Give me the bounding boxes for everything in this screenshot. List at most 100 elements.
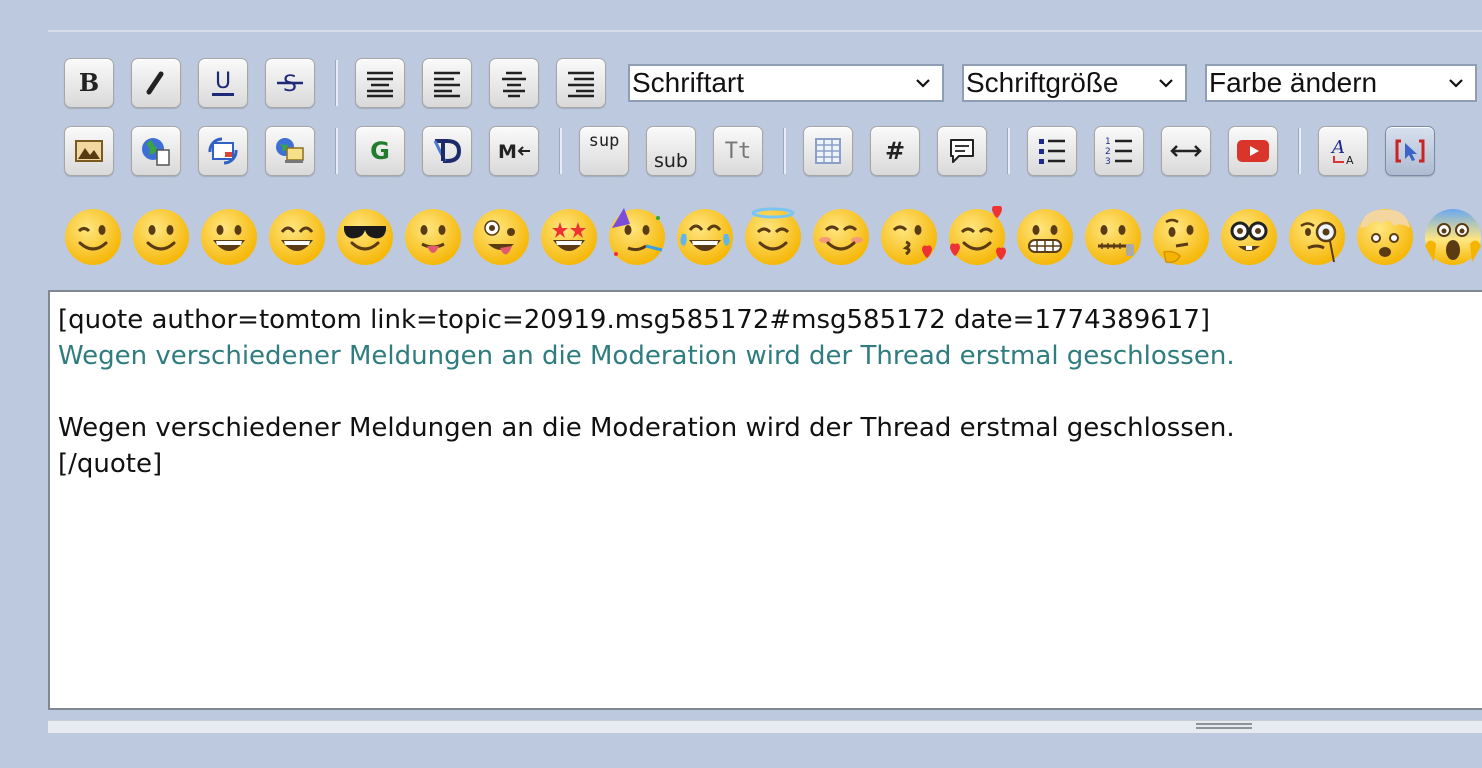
kissing-heart-face-icon (881, 209, 937, 265)
underline-icon: U (211, 70, 235, 96)
grimacing-face-emoji[interactable] (1014, 206, 1076, 268)
grinning-face-emoji[interactable] (198, 206, 260, 268)
svg-text:A: A (1330, 137, 1345, 158)
horizontal-rule-icon (1170, 145, 1202, 157)
monocle-face-emoji[interactable] (1286, 206, 1348, 268)
tongue-out-face-icon (405, 209, 461, 265)
kissing-heart-face-emoji[interactable] (878, 206, 940, 268)
horizontal-rule-button[interactable] (1161, 126, 1211, 176)
font-color-value: Farbe ändern (1209, 67, 1378, 98)
remove-format-button[interactable]: AA (1318, 126, 1368, 176)
halo-face-emoji[interactable] (742, 206, 804, 268)
font-size-select[interactable]: Schriftgröße (962, 64, 1187, 102)
insert-link-button[interactable] (131, 126, 181, 176)
partying-face-icon (609, 208, 665, 265)
superscript-button[interactable]: sup (579, 126, 629, 176)
winking-face-icon (65, 209, 121, 265)
chevron-down-icon (1159, 79, 1173, 88)
exploding-head-face-emoji[interactable] (1354, 206, 1416, 268)
font-size-value: Schriftgröße (966, 67, 1119, 98)
move-button[interactable]: M (489, 126, 539, 176)
font-color-select[interactable]: Farbe ändern (1205, 64, 1477, 102)
beaming-face-emoji[interactable] (266, 206, 328, 268)
resize-bar[interactable] (48, 720, 1482, 733)
chevron-down-icon (1449, 79, 1463, 88)
slightly-smiling-face-emoji[interactable] (130, 206, 192, 268)
exploding-head-face-icon (1357, 209, 1413, 265)
slightly-smiling-face-icon (133, 209, 189, 265)
top-divider (48, 30, 1482, 32)
font-face-value: Schriftart (632, 67, 745, 98)
toggle-view-button[interactable] (1385, 126, 1435, 176)
google-icon: G (370, 137, 390, 165)
sunglasses-face-emoji[interactable] (334, 206, 396, 268)
ftp-icon (276, 138, 304, 163)
strikethrough-button[interactable]: S (265, 58, 315, 108)
zipper-mouth-face-icon (1085, 209, 1141, 265)
strikethrough-icon: S (277, 72, 303, 97)
font-face-select[interactable]: Schriftart (628, 64, 944, 102)
bullet-list-icon (1039, 139, 1065, 164)
thinking-face-emoji[interactable] (1150, 206, 1212, 268)
monocle-face-icon (1289, 209, 1345, 265)
bold-icon: B (78, 68, 100, 97)
insert-ftp-button[interactable] (265, 126, 315, 176)
youtube-button[interactable] (1228, 126, 1278, 176)
tongue-out-face-emoji[interactable] (402, 206, 464, 268)
winking-face-emoji[interactable] (62, 206, 124, 268)
align-right-icon (568, 71, 594, 98)
underline-button[interactable]: U (198, 58, 248, 108)
smiling-blush-face-emoji[interactable] (810, 206, 872, 268)
grimacing-face-icon (1017, 209, 1073, 265)
globe-link-icon (142, 138, 170, 166)
tears-of-joy-face-emoji[interactable] (674, 206, 736, 268)
zany-face-icon (473, 209, 529, 265)
quote-icon (950, 139, 974, 163)
youtube-icon (1237, 140, 1269, 162)
ordered-list-icon: 123 (1105, 137, 1132, 167)
resize-grip-icon[interactable] (1196, 723, 1252, 729)
insert-quote-button[interactable] (937, 126, 987, 176)
partying-face-emoji[interactable] (606, 206, 668, 268)
toolbar-separator (783, 128, 786, 174)
ordered-list-button[interactable]: 123 (1094, 126, 1144, 176)
hearts-face-emoji[interactable] (946, 206, 1008, 268)
editor-line: [quote author=tomtom link=topic=20919.ms… (58, 305, 1211, 335)
toolbar-separator (1298, 128, 1301, 174)
align-center-button[interactable] (489, 58, 539, 108)
bold-button[interactable]: B (64, 58, 114, 108)
subscript-button[interactable]: sub (646, 126, 696, 176)
google-button[interactable]: G (355, 126, 405, 176)
code-hash-icon: # (884, 137, 906, 165)
halo-face-icon (745, 207, 801, 265)
italic-icon (146, 71, 164, 95)
nerd-face-emoji[interactable] (1218, 206, 1280, 268)
align-right-button[interactable] (556, 58, 606, 108)
bullet-list-button[interactable] (1027, 126, 1077, 176)
align-justify-button[interactable] (355, 58, 405, 108)
toolbar-row-formatting: B U S (64, 54, 623, 112)
smiling-blush-face-icon (813, 209, 869, 265)
dict-button[interactable] (422, 126, 472, 176)
toolbar-separator (335, 128, 338, 174)
email-icon (208, 137, 238, 165)
screaming-face-emoji[interactable] (1422, 206, 1482, 268)
align-left-button[interactable] (422, 58, 472, 108)
zany-face-emoji[interactable] (470, 206, 532, 268)
editor-line: Wegen verschiedener Meldungen an die Mod… (58, 413, 1235, 443)
sunglasses-face-icon (337, 209, 393, 265)
teletype-button[interactable]: Tt (713, 126, 763, 176)
insert-email-button[interactable] (198, 126, 248, 176)
italic-button[interactable] (131, 58, 181, 108)
message-textarea[interactable]: [quote author=tomtom link=topic=20919.ms… (48, 290, 1482, 710)
insert-table-button[interactable] (803, 126, 853, 176)
zipper-mouth-face-emoji[interactable] (1082, 206, 1144, 268)
star-struck-face-emoji[interactable] (538, 206, 600, 268)
insert-image-button[interactable] (64, 126, 114, 176)
insert-code-button[interactable]: # (870, 126, 920, 176)
chevron-down-icon (916, 79, 930, 88)
svg-text:2: 2 (1105, 147, 1111, 157)
editor-line: Wegen verschiedener Meldungen an die Mod… (58, 341, 1235, 371)
tears-of-joy-face-icon (677, 209, 733, 265)
